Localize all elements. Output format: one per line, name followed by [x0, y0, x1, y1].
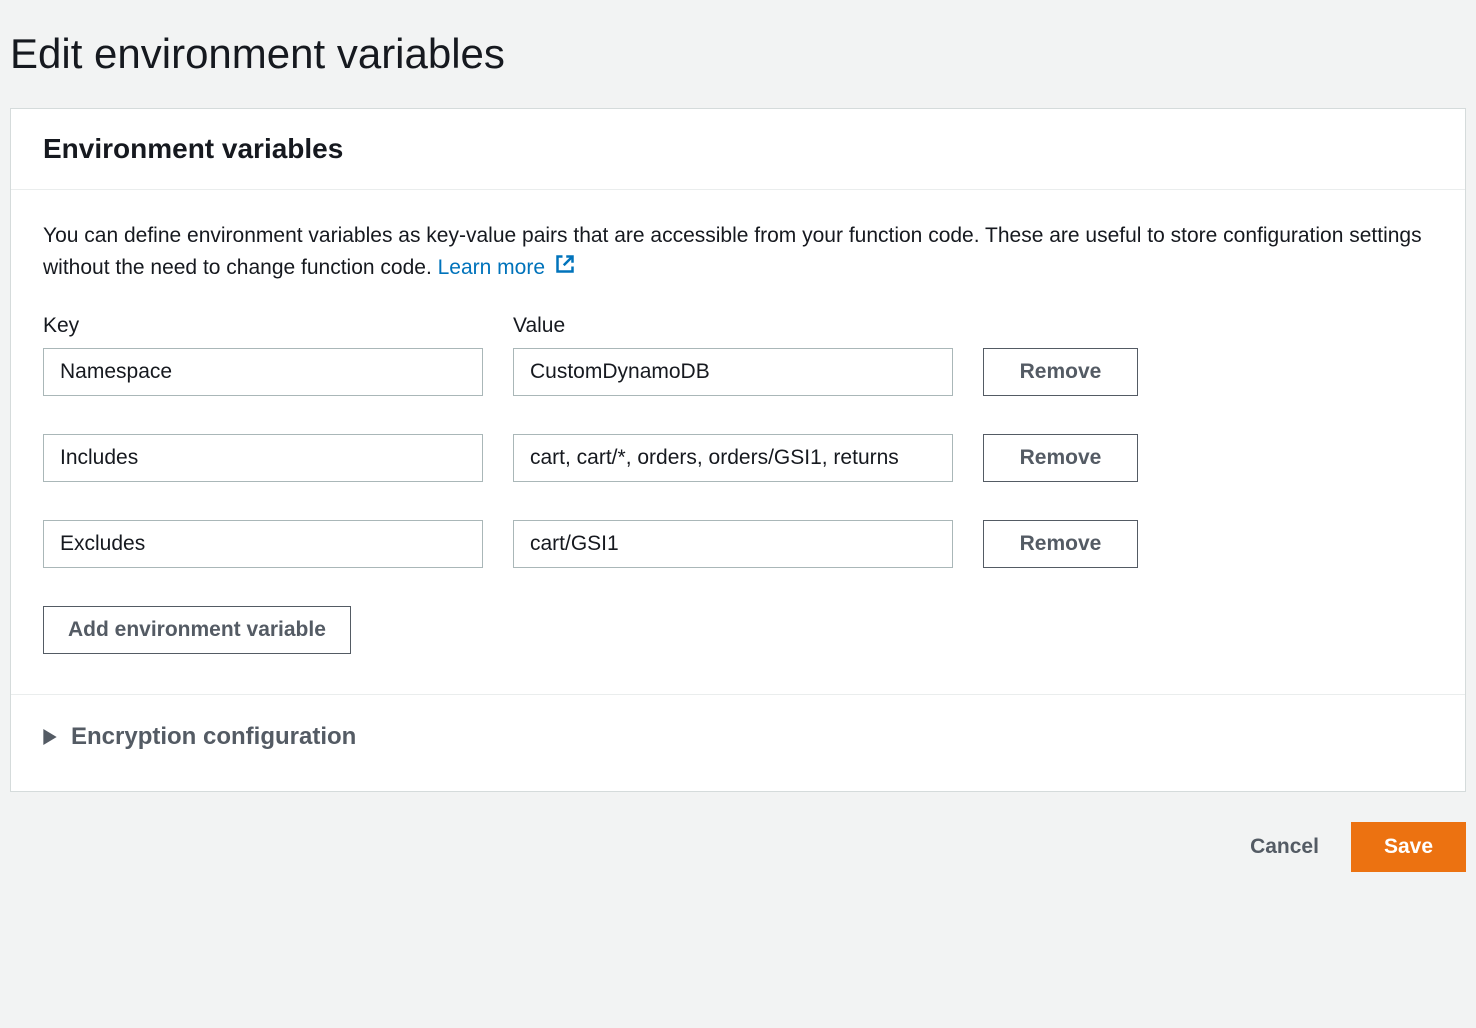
encryption-config-toggle[interactable]: Encryption configuration [11, 695, 1465, 751]
column-header-key: Key [43, 314, 483, 338]
description-text: You can define environment variables as … [43, 224, 1422, 279]
learn-more-link[interactable]: Learn more [438, 256, 575, 279]
remove-button[interactable]: Remove [983, 520, 1138, 568]
panel-header: Environment variables [11, 109, 1465, 190]
panel-header-title: Environment variables [43, 133, 1433, 165]
column-header-value: Value [513, 314, 953, 338]
remove-button[interactable]: Remove [983, 348, 1138, 396]
env-value-input[interactable] [513, 348, 953, 396]
panel-body: You can define environment variables as … [11, 190, 1465, 791]
env-key-input[interactable] [43, 348, 483, 396]
env-key-input[interactable] [43, 434, 483, 482]
env-value-input[interactable] [513, 520, 953, 568]
save-button[interactable]: Save [1351, 822, 1466, 872]
env-vars-panel: Environment variables You can define env… [10, 108, 1466, 792]
external-link-icon [555, 252, 575, 284]
env-key-input[interactable] [43, 520, 483, 568]
add-env-var-button[interactable]: Add environment variable [43, 606, 351, 654]
remove-button[interactable]: Remove [983, 434, 1138, 482]
footer-actions: Cancel Save [10, 822, 1466, 872]
caret-right-icon [43, 729, 57, 745]
encryption-config-label: Encryption configuration [71, 723, 356, 751]
cancel-button[interactable]: Cancel [1242, 825, 1327, 869]
env-value-input[interactable] [513, 434, 953, 482]
env-vars-grid: Key Value Remove Remove Remove [43, 314, 1433, 606]
learn-more-text: Learn more [438, 256, 545, 279]
panel-description: You can define environment variables as … [43, 220, 1433, 284]
page-title: Edit environment variables [10, 30, 1466, 78]
